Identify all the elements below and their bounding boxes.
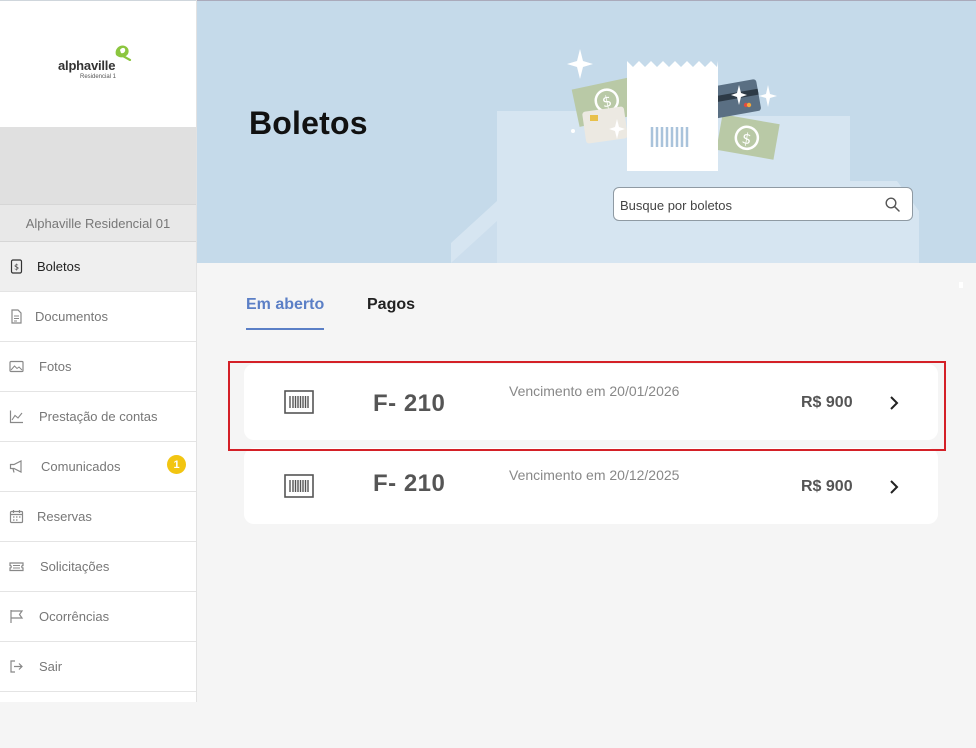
chevron-right-icon[interactable] [888,479,900,495]
boleto-unit: F- 210 [373,390,446,417]
calendar-icon [9,510,24,524]
logout-icon [10,660,23,673]
page-header: $ $ Boletos [197,0,976,263]
sidebar-menu: $ Boletos Documentos Fotos Prestação de … [0,242,196,692]
tab-em-aberto[interactable]: Em aberto [246,296,324,314]
barcode-icon [284,390,314,414]
sidebar-item-label: Solicitações [40,559,110,574]
search-input[interactable] [620,195,870,215]
scrollbar-handle[interactable] [959,282,963,288]
sidebar-item-label: Ocorrências [39,609,110,624]
boleto-card[interactable]: F- 210 Vencimento em 20/12/2025 R$ 900 [244,448,938,524]
sidebar-item-boletos[interactable]: $ Boletos [0,242,196,292]
sidebar-item-label: Boletos [37,259,81,274]
sidebar-item-reservas[interactable]: Reservas [0,492,196,542]
logo-wordmark: alphaville [58,58,116,73]
boleto-due-date: Vencimento em 20/01/2026 [509,383,680,399]
boleto-unit: F- 210 [373,470,446,497]
flag-icon [10,610,24,623]
tab-pagos[interactable]: Pagos [367,296,415,314]
sidebar-item-prestacao-de-contas[interactable]: Prestação de contas [0,392,196,442]
sidebar-item-label: Documentos [35,309,108,324]
boleto-due-date: Vencimento em 20/12/2025 [509,467,680,483]
boleto-amount: R$ 900 [801,478,853,495]
barcode-icon [284,474,314,498]
notification-badge: 1 [167,455,186,474]
megaphone-icon [9,460,22,473]
photo-icon [9,360,24,373]
sidebar-item-documentos[interactable]: Documentos [0,292,196,342]
sidebar-item-solicitacoes[interactable]: Solicitações [0,542,196,592]
svg-text:$: $ [14,263,19,272]
sidebar-item-ocorrencias[interactable]: Ocorrências [0,592,196,642]
active-tab-indicator [246,328,324,330]
document-icon [11,309,22,324]
logo-subtitle: Residencial 1 [80,74,117,80]
sidebar-item-label: Sair [39,659,63,674]
sidebar-item-label: Fotos [39,359,72,374]
boleto-card[interactable]: F- 210 Vencimento em 20/01/2026 R$ 900 [244,364,938,440]
condo-name: Alphaville Residencial 01 [0,204,196,242]
sidebar-item-fotos[interactable]: Fotos [0,342,196,392]
sidebar-item-label: Reservas [37,509,92,524]
ticket-icon [9,562,24,572]
sidebar-item-label: Comunicados [41,459,121,474]
boleto-amount: R$ 900 [801,394,853,411]
sidebar-item-label: Prestação de contas [39,409,158,424]
boleto-icon: $ [10,259,23,274]
chevron-right-icon[interactable] [888,395,900,411]
sidebar-item-comunicados[interactable]: Comunicados 1 [0,442,196,492]
chart-icon [9,410,23,424]
page-title: Boletos [249,105,368,141]
search-icon[interactable] [885,197,900,212]
search-box[interactable] [613,187,913,221]
sidebar: alphaville Residencial 1 Alphaville Resi… [0,0,197,702]
sidebar-item-sair[interactable]: Sair [0,642,196,692]
logo: alphaville Residencial 1 [0,0,196,127]
profile-banner [0,127,196,204]
